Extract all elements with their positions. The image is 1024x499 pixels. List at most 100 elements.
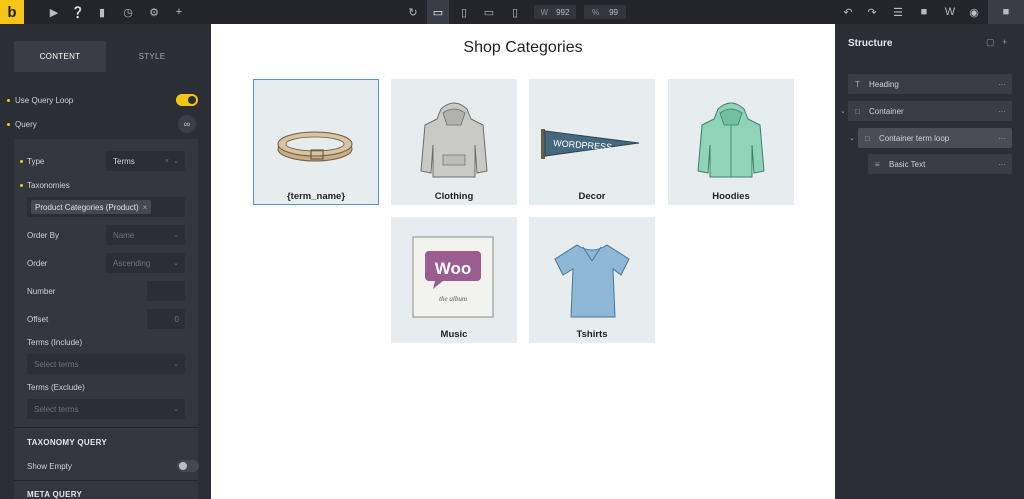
order-select[interactable]: Ascending ⌄: [106, 253, 185, 273]
builder-canvas: Shop Categories {term_name} Clothing WOR…: [211, 24, 835, 499]
number-label: Number: [27, 287, 56, 296]
category-card[interactable]: WORDPRESS Decor: [529, 79, 655, 205]
percent-value: 99: [609, 7, 619, 17]
structure-node-heading[interactable]: T Heading ···: [848, 74, 1012, 94]
desktop-icon[interactable]: ▭: [427, 0, 449, 24]
category-card[interactable]: Hoodies: [668, 79, 794, 205]
taxonomy-query-heading[interactable]: TAXONOMY QUERY: [14, 427, 198, 455]
width-value: 992: [556, 7, 570, 17]
more-icon[interactable]: ···: [998, 134, 1006, 143]
infinity-icon[interactable]: ∞: [178, 115, 196, 133]
chevron-down-icon: ⌄: [173, 232, 179, 239]
more-icon[interactable]: ···: [998, 107, 1006, 116]
number-input[interactable]: [147, 281, 185, 301]
container-icon: □: [855, 106, 860, 116]
tshirt-image: [554, 244, 630, 318]
help-icon[interactable]: ❔: [68, 0, 88, 24]
pennant-image: WORDPRESS: [541, 129, 640, 159]
belt-image: [277, 131, 353, 162]
offset-value: 0: [174, 314, 179, 324]
percent-label: %: [591, 7, 600, 17]
tab-content[interactable]: CONTENT: [14, 41, 106, 72]
cursor-icon[interactable]: ▶: [44, 0, 64, 24]
folder-icon[interactable]: ■: [914, 0, 934, 24]
more-icon[interactable]: ···: [998, 160, 1006, 169]
plus-icon[interactable]: +: [169, 0, 189, 24]
card-label: Decor: [578, 191, 606, 202]
top-toolbar: b ▶ ❔ ▮ ◷ ⚙ + ↻ ▭ ▯ ▭ ▯ W 992 % 99 ↶ ↷ ☰…: [0, 0, 1024, 24]
query-popup: Type Terms × ⌄ Taxonomies Product Catego…: [14, 139, 199, 499]
history-icon[interactable]: ◷: [118, 0, 138, 24]
collapse-caret-icon[interactable]: ⌄: [840, 107, 846, 115]
order-by-value: Name: [113, 230, 135, 240]
taxonomy-chip-label: Product Categories (Product): [35, 202, 139, 212]
container-icon: □: [865, 133, 870, 143]
clear-icon[interactable]: ×: [165, 158, 169, 165]
remove-chip-icon[interactable]: ×: [143, 203, 148, 212]
terms-exclude-label: Terms (Exclude): [27, 383, 85, 392]
node-label: Heading: [869, 79, 899, 89]
layers-icon[interactable]: ☰: [888, 0, 908, 24]
terms-exclude-placeholder: Select terms: [34, 404, 79, 414]
bricks-logo[interactable]: b: [0, 0, 24, 24]
changed-dot: [20, 184, 23, 187]
card-label: {term_name}: [286, 191, 346, 202]
taxonomies-select[interactable]: Product Categories (Product) ×: [27, 197, 185, 217]
offset-input[interactable]: 0: [147, 309, 185, 329]
structure-panel: Structure ▢ + T Heading ··· ⌄ □ Containe…: [835, 24, 1024, 499]
tablet-portrait-icon[interactable]: ▯: [454, 0, 474, 24]
page-title[interactable]: Shop Categories: [211, 39, 835, 57]
structure-node-basic-text[interactable]: ≡ Basic Text ···: [868, 154, 1012, 174]
type-value: Terms: [113, 156, 135, 166]
chevron-down-icon: ⌄: [173, 406, 179, 413]
taxonomy-chip[interactable]: Product Categories (Product) ×: [31, 200, 152, 214]
changed-dot: [7, 99, 10, 102]
text-icon: ≡: [875, 159, 880, 169]
category-card[interactable]: Tshirts: [529, 217, 655, 343]
category-card[interactable]: Woo the album Music: [391, 217, 517, 343]
changed-dot: [7, 123, 10, 126]
undo-reload-icon[interactable]: ↻: [403, 0, 423, 24]
order-label: Order: [27, 259, 48, 268]
use-query-loop-toggle[interactable]: [176, 94, 198, 106]
structure-node-container-term-loop[interactable]: □ Container term loop ···: [858, 128, 1012, 148]
query-row: Query ∞: [0, 114, 211, 134]
order-by-select[interactable]: Name ⌄: [106, 225, 185, 245]
more-icon[interactable]: ···: [998, 80, 1006, 89]
tab-style[interactable]: STYLE: [106, 41, 198, 72]
undo-icon[interactable]: ↶: [838, 0, 858, 24]
expand-icon[interactable]: +: [1002, 37, 1007, 47]
terms-include-select[interactable]: Select terms ⌄: [27, 354, 185, 374]
panel-tabs: CONTENT STYLE: [14, 41, 197, 72]
card-label: Hoodies: [712, 191, 750, 202]
redo-icon[interactable]: ↷: [862, 0, 882, 24]
type-select[interactable]: Terms × ⌄: [106, 151, 185, 171]
trash-icon[interactable]: ▢: [986, 37, 995, 48]
use-query-loop-label: Use Query Loop: [15, 95, 74, 105]
node-label: Container: [869, 106, 904, 116]
collapse-caret-icon[interactable]: ⌄: [849, 134, 855, 142]
chevron-down-icon: ⌄: [173, 361, 179, 368]
structure-node-container[interactable]: □ Container ···: [848, 101, 1012, 121]
hoodie-green-image: [697, 102, 765, 178]
tablet-landscape-icon[interactable]: ▭: [479, 0, 499, 24]
mobile-icon[interactable]: ▯: [505, 0, 525, 24]
canvas-zoom-input[interactable]: % 99: [584, 5, 626, 19]
album-subtext: the album: [439, 295, 467, 303]
offset-label: Offset: [27, 315, 49, 324]
changed-dot: [20, 160, 23, 163]
category-card[interactable]: {term_name}: [253, 79, 379, 205]
query-label: Query: [15, 119, 37, 129]
show-empty-label: Show Empty: [27, 462, 72, 471]
pages-icon[interactable]: ▮: [92, 0, 112, 24]
terms-exclude-select[interactable]: Select terms ⌄: [27, 399, 185, 419]
canvas-width-input[interactable]: W 992: [534, 5, 576, 19]
meta-query-heading[interactable]: META QUERY: [14, 480, 198, 499]
preview-icon[interactable]: ◉: [964, 0, 984, 24]
wordpress-icon[interactable]: W: [940, 0, 960, 24]
show-empty-toggle[interactable]: [177, 460, 199, 472]
settings-icon[interactable]: ⚙: [144, 0, 164, 24]
category-card[interactable]: Clothing: [391, 79, 517, 205]
save-icon[interactable]: ■: [988, 0, 1024, 24]
woo-text: Woo: [435, 259, 472, 278]
